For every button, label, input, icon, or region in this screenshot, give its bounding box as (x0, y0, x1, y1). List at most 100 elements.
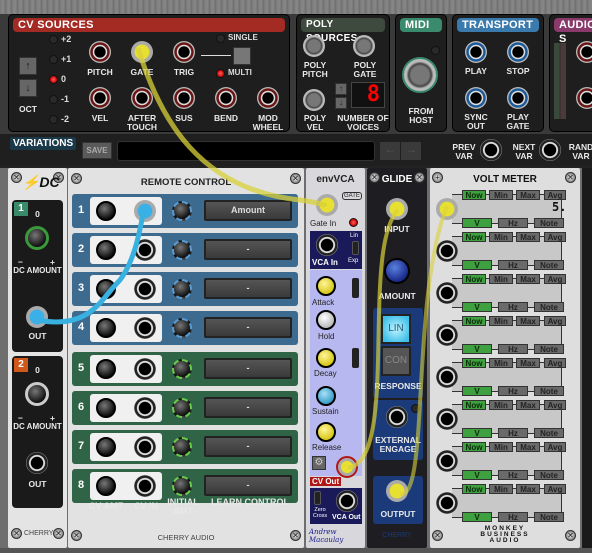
learn-control-display[interactable]: - (204, 475, 292, 496)
oct-down-button[interactable]: ↓ (19, 79, 37, 97)
mode-button-now[interactable]: Now (462, 316, 486, 326)
hold-knob[interactable] (316, 310, 336, 330)
cv-jack[interactable] (173, 41, 195, 63)
mode-button-avg[interactable]: Avg (544, 358, 566, 368)
unit-button-note[interactable]: Note (534, 428, 564, 438)
cv-in-jack[interactable] (134, 436, 156, 458)
attack-shape-switch[interactable] (352, 278, 359, 298)
unit-button-note[interactable]: Note (534, 302, 564, 312)
learn-control-display[interactable]: - (204, 358, 292, 379)
volt-meter-input-jack[interactable] (436, 450, 458, 472)
lin-button[interactable]: LIN (381, 314, 411, 344)
unit-button-hz[interactable]: Hz (498, 428, 528, 438)
mode-button-now[interactable]: Now (462, 274, 486, 284)
audio-jack-2[interactable] (576, 87, 592, 109)
initial-amt-knob[interactable] (172, 318, 192, 338)
variation-name-input[interactable] (117, 141, 375, 161)
cv-jack[interactable] (131, 41, 153, 63)
mode-button-max[interactable]: Max (516, 232, 540, 242)
mode-button-max[interactable]: Max (516, 442, 540, 452)
multi-led[interactable] (216, 69, 225, 78)
cv-jack[interactable] (257, 87, 279, 109)
cv-out-jack[interactable] (336, 456, 358, 478)
unit-button-note[interactable]: Note (534, 470, 564, 480)
initial-amt-knob[interactable] (172, 359, 192, 379)
cv-amt-knob[interactable] (96, 476, 116, 496)
mode-button-now[interactable]: Now (462, 190, 486, 200)
cv-jack[interactable] (89, 41, 111, 63)
next-var-jack[interactable] (539, 139, 561, 161)
save-button[interactable]: SAVE (82, 142, 112, 159)
unit-button-v[interactable]: V (462, 218, 492, 228)
lin-exp-switch[interactable] (352, 241, 359, 255)
cv-jack[interactable] (89, 87, 111, 109)
volt-meter-input-jack[interactable] (436, 408, 458, 430)
glide-amount-knob[interactable] (384, 258, 410, 284)
learn-control-display[interactable]: - (204, 397, 292, 418)
mode-button-min[interactable]: Min (489, 316, 513, 326)
unit-button-note[interactable]: Note (534, 260, 564, 270)
cv-in-jack[interactable] (134, 358, 156, 380)
mode-button-max[interactable]: Max (516, 358, 540, 368)
sustain-knob[interactable] (316, 386, 336, 406)
cv-amt-knob[interactable] (96, 359, 116, 379)
dc-out-jack[interactable] (26, 452, 48, 474)
unit-button-hz[interactable]: Hz (498, 344, 528, 354)
volt-meter-input-jack[interactable] (436, 240, 458, 262)
cv-amt-knob[interactable] (96, 201, 116, 221)
mode-button-min[interactable]: Min (489, 358, 513, 368)
mode-button-avg[interactable]: Avg (544, 484, 566, 494)
mode-button-min[interactable]: Min (489, 442, 513, 452)
unit-button-note[interactable]: Note (534, 512, 564, 522)
unit-button-hz[interactable]: Hz (498, 218, 528, 228)
unit-button-v[interactable]: V (462, 260, 492, 270)
learn-control-display[interactable]: - (204, 239, 292, 260)
volt-meter-input-jack[interactable] (436, 324, 458, 346)
unit-button-v[interactable]: V (462, 344, 492, 354)
unit-button-v[interactable]: V (462, 428, 492, 438)
mode-button-min[interactable]: Min (489, 484, 513, 494)
audio-jack-1[interactable] (576, 41, 592, 63)
dc-out-jack[interactable] (26, 306, 48, 328)
volt-meter-input-jack[interactable] (436, 282, 458, 304)
unit-button-note[interactable]: Note (534, 218, 564, 228)
initial-amt-knob[interactable] (172, 201, 192, 221)
mode-button-now[interactable]: Now (462, 232, 486, 242)
initial-amt-knob[interactable] (172, 398, 192, 418)
mode-button-avg[interactable]: Avg (544, 442, 566, 452)
cv-in-jack[interactable] (134, 475, 156, 497)
gate-in-jack[interactable] (316, 194, 338, 216)
cv-jack[interactable] (131, 87, 153, 109)
unit-button-hz[interactable]: Hz (498, 386, 528, 396)
mode-button-avg[interactable]: Avg (544, 316, 566, 326)
unit-button-note[interactable]: Note (534, 344, 564, 354)
learn-control-display[interactable]: Amount (204, 200, 292, 221)
cv-in-jack[interactable] (134, 200, 156, 222)
dc-amount-knob[interactable] (25, 226, 49, 250)
oct-up-button[interactable]: ↑ (19, 57, 37, 75)
poly-vel-jack[interactable] (303, 89, 325, 111)
unit-button-v[interactable]: V (462, 386, 492, 396)
unit-button-v[interactable]: V (462, 470, 492, 480)
mode-button-avg[interactable]: Avg (544, 400, 566, 410)
mode-button-min[interactable]: Min (489, 232, 513, 242)
poly-gate-jack[interactable] (353, 35, 375, 57)
prev-variation-arrow[interactable]: ← (380, 142, 400, 160)
mode-button-avg[interactable]: Avg (544, 232, 566, 242)
glide-input-jack[interactable] (386, 198, 408, 220)
mode-button-now[interactable]: Now (462, 400, 486, 410)
mode-button-now[interactable]: Now (462, 484, 486, 494)
cv-in-jack[interactable] (134, 317, 156, 339)
decay-shape-switch[interactable] (352, 348, 359, 368)
vca-out-jack[interactable] (336, 490, 358, 512)
cv-in-jack[interactable] (134, 239, 156, 261)
prev-var-jack[interactable] (480, 139, 502, 161)
release-knob[interactable] (316, 422, 336, 442)
midi-in-jack[interactable] (402, 57, 438, 93)
glide-output-jack[interactable] (386, 480, 408, 502)
cv-amt-knob[interactable] (96, 318, 116, 338)
unit-button-note[interactable]: Note (534, 386, 564, 396)
unit-button-hz[interactable]: Hz (498, 260, 528, 270)
unit-button-hz[interactable]: Hz (498, 470, 528, 480)
external-engage-jack[interactable] (386, 406, 408, 428)
